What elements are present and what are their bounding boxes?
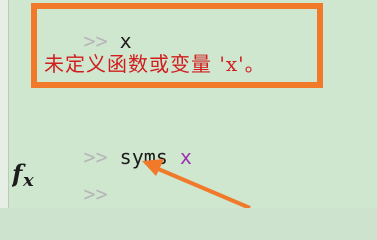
variable-name: x [179, 145, 192, 169]
window-left-border [0, 0, 9, 208]
command-text: syms [119, 145, 168, 169]
fx-icon[interactable]: f x [10, 156, 42, 192]
svg-text:x: x [22, 170, 34, 191]
highlight-box [31, 3, 323, 88]
prompt: >> [83, 182, 108, 206]
command-window[interactable]: >> x 未定义函数或变量 'x'。 >> syms x >> f x [0, 0, 377, 208]
command-line-3[interactable]: >> [45, 163, 108, 225]
